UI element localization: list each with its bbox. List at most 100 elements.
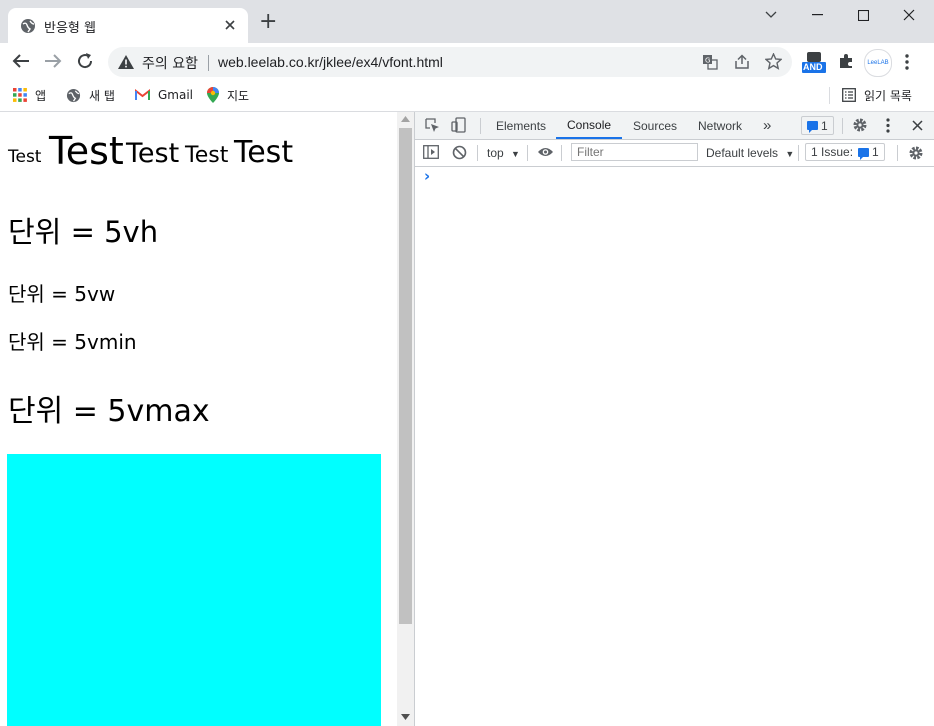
issues-label: 1 Issue: (811, 145, 854, 159)
tab-console[interactable]: Console (556, 112, 623, 139)
devtools-separator (480, 118, 481, 134)
devtools-tab-bar: Elements Console Sources Network » 1 (415, 112, 934, 140)
context-value: top (487, 146, 504, 160)
page-viewport: Test Test Test Test Test 단위 = 5vh 단위 = 5… (0, 112, 397, 726)
browser-tab[interactable]: 반응형 웹 (8, 8, 248, 43)
log-levels-label: Default levels (706, 146, 779, 160)
bookmark-star-icon[interactable] (765, 53, 782, 70)
settings-gear-icon[interactable] (852, 117, 868, 133)
address-separator (208, 55, 209, 71)
globe-icon (20, 18, 36, 34)
issues-badge-count: 1 (872, 145, 879, 159)
menu-dots-icon[interactable] (905, 54, 909, 70)
scroll-down-arrow-icon[interactable] (401, 714, 410, 720)
maps-pin-icon (207, 87, 227, 103)
test-word-1: Test (8, 147, 42, 167)
share-icon[interactable] (734, 54, 750, 70)
console-separator (527, 145, 528, 161)
bookmark-maps[interactable]: 지도 (207, 84, 249, 106)
tab-search-icon[interactable] (748, 0, 794, 30)
more-tabs-button[interactable]: » (763, 112, 771, 139)
scrollbar-thumb[interactable] (399, 128, 412, 624)
svg-text:G: G (705, 57, 710, 65)
console-separator (897, 145, 898, 161)
issues-counter-button[interactable]: 1 (801, 116, 834, 135)
live-expression-eye-icon[interactable] (537, 146, 554, 158)
message-icon (858, 147, 870, 160)
console-separator (477, 145, 478, 161)
bookmarks-bar: 앱 새 탭 Gmail 지도 읽기 목록 (0, 80, 934, 112)
minimize-button[interactable] (794, 0, 840, 30)
console-separator (798, 145, 799, 161)
unit-line-vmax: 단위 = 5vmax (8, 394, 210, 429)
close-devtools-icon[interactable] (912, 120, 923, 131)
inspect-element-icon[interactable] (425, 118, 440, 133)
close-tab-icon[interactable] (224, 19, 236, 31)
console-toolbar: top ▼ Default levels ▼ 1 Issue: 1 (415, 140, 934, 167)
console-prompt[interactable]: › (424, 167, 430, 185)
dropdown-arrow-icon: ▼ (511, 149, 520, 159)
bookmarks-divider (829, 87, 830, 104)
and-extension-icon[interactable]: AND (801, 49, 827, 75)
issues-button[interactable]: 1 Issue: 1 (805, 143, 885, 161)
gmail-icon (135, 89, 158, 101)
tab-title: 반응형 웹 (44, 21, 96, 36)
reload-icon[interactable] (76, 52, 94, 70)
bookmark-label: 앱 (35, 88, 47, 103)
bookmark-label: 새 탭 (89, 88, 115, 103)
unit-line-vw: 단위 = 5vw (8, 282, 116, 306)
new-tab-button[interactable]: + (259, 11, 277, 33)
test-word-2: Test (49, 129, 124, 173)
reading-list-icon (842, 88, 864, 102)
back-icon[interactable] (12, 53, 30, 69)
dropdown-arrow-icon: ▼ (785, 149, 795, 159)
and-badge: AND (803, 62, 823, 72)
bookmark-apps[interactable]: 앱 (13, 84, 46, 106)
security-label[interactable]: 주의 요함 (142, 53, 198, 73)
leelab-label: LeeLAB (867, 60, 889, 66)
apps-grid-icon (13, 88, 35, 102)
devtools-panel: Elements Console Sources Network » 1 top… (414, 112, 934, 726)
unit-line-vh: 단위 = 5vh (8, 215, 159, 249)
sidebar-toggle-icon[interactable] (423, 145, 439, 159)
context-selector[interactable]: top ▼ (487, 146, 520, 160)
devtools-menu-dots-icon[interactable] (886, 118, 890, 133)
clear-console-icon[interactable] (452, 145, 467, 160)
console-separator (561, 145, 562, 161)
issues-count: 1 (821, 118, 828, 133)
bookmark-new-tab[interactable]: 새 탭 (66, 84, 115, 106)
test-word-5: Test (234, 135, 294, 170)
toolbar: 주의 요함 web.leelab.co.kr/jklee/ex4/vfont.h… (0, 43, 934, 80)
cyan-box (7, 454, 381, 726)
unit-line-vmin: 단위 = 5vmin (8, 330, 137, 354)
bookmark-label: 지도 (227, 88, 250, 103)
forward-icon[interactable] (44, 53, 62, 69)
translate-icon[interactable]: G (702, 54, 718, 70)
address-bar[interactable]: 주의 요함 web.leelab.co.kr/jklee/ex4/vfont.h… (108, 47, 792, 77)
url-text[interactable]: web.leelab.co.kr/jklee/ex4/vfont.html (218, 54, 443, 70)
extensions-puzzle-icon[interactable] (838, 53, 854, 69)
bookmark-label: Gmail (158, 88, 194, 102)
devtools-separator (842, 118, 843, 134)
message-icon (807, 121, 818, 133)
warning-icon[interactable] (118, 55, 134, 69)
tab-sources[interactable]: Sources (633, 112, 677, 139)
console-settings-gear-icon[interactable] (908, 145, 924, 161)
tab-network[interactable]: Network (698, 112, 742, 139)
tab-strip: 반응형 웹 + (0, 0, 934, 43)
filter-input[interactable] (571, 143, 698, 161)
bookmark-gmail[interactable]: Gmail (135, 84, 193, 106)
tab-elements[interactable]: Elements (496, 112, 546, 139)
test-word-4: Test (185, 143, 229, 168)
device-toolbar-icon[interactable] (451, 117, 467, 133)
leelab-profile-icon[interactable]: LeeLAB (864, 49, 892, 77)
maximize-button[interactable] (840, 0, 886, 30)
log-levels-dropdown[interactable]: Default levels ▼ (706, 146, 794, 160)
page-scrollbar[interactable] (397, 112, 414, 726)
scroll-up-arrow-icon[interactable] (401, 116, 410, 122)
reading-list-label: 읽기 목록 (864, 88, 912, 103)
test-word-3: Test (126, 138, 180, 169)
close-window-button[interactable] (886, 0, 932, 30)
reading-list-button[interactable]: 읽기 목록 (842, 84, 912, 106)
globe-icon (66, 88, 89, 103)
